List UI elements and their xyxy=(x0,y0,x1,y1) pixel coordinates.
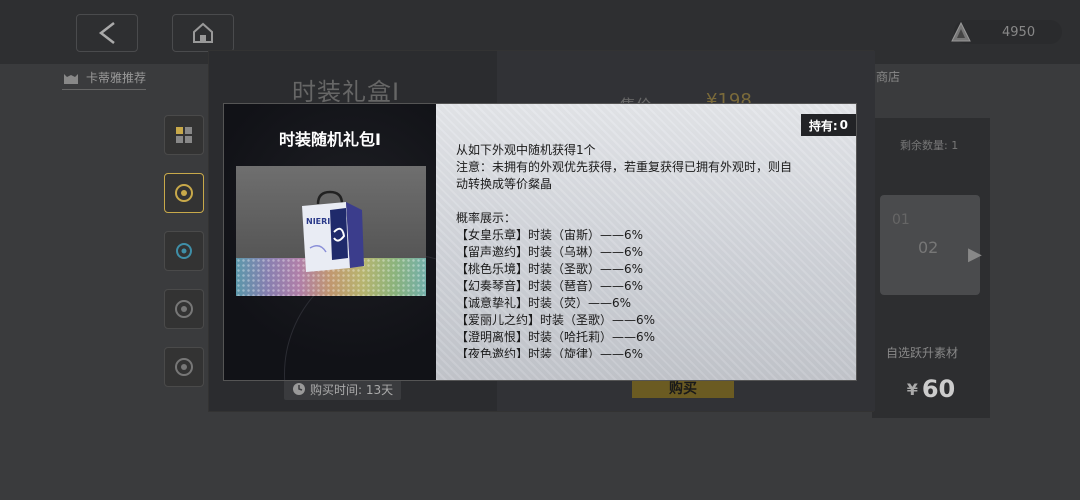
item-image: NIERI xyxy=(236,166,426,296)
description-scroll[interactable]: 从如下外观中随机获得1个 注意：未拥有的外观优先获得，若重复获得已拥有外观时，则… xyxy=(456,142,836,358)
grid-icon xyxy=(176,127,192,143)
prob-item: 【幻奏琴音】时装（琶音）——6% xyxy=(456,279,644,293)
gift-box-title: 时装礼盒I xyxy=(292,78,401,106)
material-label: 自选跃升素材 xyxy=(886,346,959,360)
flower-icon xyxy=(176,243,192,259)
buy-button[interactable]: 购买 xyxy=(632,378,734,398)
home-button[interactable] xyxy=(172,14,234,52)
prob-item: 【桃色乐境】时装（圣歌）——6% xyxy=(456,262,644,276)
card-number-1: 01 xyxy=(892,212,910,228)
owned-count: 0 xyxy=(839,118,848,132)
category-misc-button[interactable] xyxy=(164,347,204,387)
prob-item: 【爱丽儿之约】时装（圣歌）——6% xyxy=(456,313,656,327)
category-material-button[interactable] xyxy=(164,289,204,329)
item-detail-modal: 时装随机礼包I NIERI 持有: 0 从如下外观中随机获得1个 注意：未拥有的… xyxy=(223,103,857,381)
next-arrow-icon[interactable]: ▶ xyxy=(968,244,982,265)
price-yen: ¥ xyxy=(906,379,918,399)
desc-line: 动转换成等价粲晶 xyxy=(456,177,553,191)
tab-recommend-label: 卡蒂雅推荐 xyxy=(86,71,147,85)
desc-line: 从如下外观中随机获得1个 xyxy=(456,143,596,157)
item-description-panel: 持有: 0 从如下外观中随机获得1个 注意：未拥有的外观优先获得，若重复获得已拥… xyxy=(436,104,856,380)
prob-item: 【夜色邀约】时装（旋律）——6% xyxy=(456,347,644,358)
back-button[interactable] xyxy=(76,14,138,52)
category-sidebar xyxy=(160,115,212,405)
gift-bag-icon: NIERI xyxy=(302,190,364,272)
bag-logo: NIERI xyxy=(306,217,330,226)
prob-item: 【女皇乐章】时装（宙斯）——6% xyxy=(456,228,644,242)
buy-time-badge: 购买时间: 13天 xyxy=(284,378,402,400)
prob-item: 【诚意挚礼】时装（荧）——6% xyxy=(456,296,632,310)
owned-label: 持有: xyxy=(808,118,838,133)
shop-label: 商店 xyxy=(876,70,901,84)
item-preview-panel: 时装随机礼包I NIERI xyxy=(224,104,436,380)
remain-count: 剩余数量: 1 xyxy=(900,139,959,152)
gear-badge-icon xyxy=(175,184,193,202)
clock-icon xyxy=(293,383,305,395)
cat-icon xyxy=(64,73,78,84)
badge-icon xyxy=(175,300,193,318)
chevron-left-icon xyxy=(98,22,115,44)
prob-item: 【澄明离恨】时装（哈托莉）——6% xyxy=(456,330,656,344)
tab-recommend[interactable]: 卡蒂雅推荐 xyxy=(62,66,147,90)
crystal-currency-icon xyxy=(951,21,971,42)
side-price: ¥ 60 xyxy=(876,372,986,406)
home-icon xyxy=(193,22,213,43)
buy-time-text: 购买时间: 13天 xyxy=(310,382,394,397)
item-name: 时装随机礼包I xyxy=(279,130,381,149)
category-item-button[interactable] xyxy=(164,231,204,271)
desc-line: 注意：未拥有的外观优先获得，若重复获得已拥有外观时，则自 xyxy=(456,160,793,174)
prob-title: 概率展示： xyxy=(456,211,517,225)
prob-item: 【留声邀约】时装（乌琳）——6% xyxy=(456,245,644,259)
category-grid-button[interactable] xyxy=(164,115,204,155)
currency-value: 4950 xyxy=(1002,24,1036,40)
category-fashion-button[interactable] xyxy=(164,173,204,213)
badge-icon xyxy=(175,358,193,376)
card-number-2: 02 xyxy=(918,238,939,257)
owned-badge: 持有: 0 xyxy=(800,114,856,136)
currency-display: 4950 xyxy=(951,20,1062,44)
price-value: 60 xyxy=(921,375,956,403)
